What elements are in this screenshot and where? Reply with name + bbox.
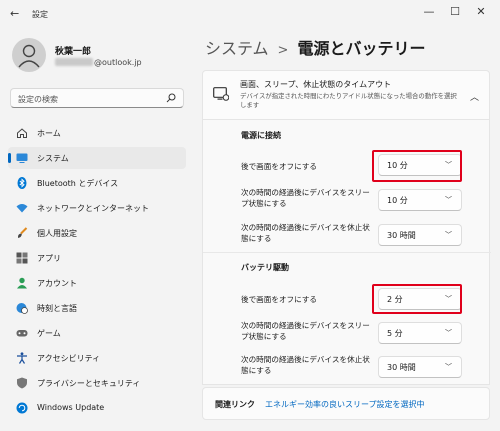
person-icon: [18, 44, 40, 68]
search-input[interactable]: 設定の検索: [10, 88, 184, 108]
plugged-sleep-label: 次の時間の経過後にデバイスをスリープ状態にする: [241, 188, 370, 208]
sidebar-item-label: Windows Update: [37, 403, 105, 412]
selection-indicator: [8, 153, 11, 163]
brush-icon: [17, 227, 28, 238]
sidebar-item-label: ホーム: [37, 129, 61, 138]
breadcrumb-separator: >: [277, 43, 289, 58]
sidebar-item-windows-update[interactable]: Windows Update: [8, 397, 186, 419]
search-placeholder: 設定の検索: [18, 95, 58, 104]
avatar[interactable]: [12, 38, 46, 72]
sidebar-item-apps[interactable]: アプリ: [8, 247, 186, 269]
plugged-hibernate-label: 次の時間の経過後にデバイスを休止状態にする: [241, 223, 370, 243]
plugged-in-heading: 電源に接続: [241, 131, 281, 140]
sidebar-item-time-language[interactable]: 時刻と言語: [8, 297, 186, 319]
bluetooth-icon: [17, 177, 27, 189]
battery-hibernate-label: 次の時間の経過後にデバイスを休止状態にする: [241, 355, 370, 375]
title-bar: ← 設定 — ☐ ✕: [0, 0, 500, 28]
chevron-up-icon[interactable]: ︿: [470, 90, 479, 103]
redacted-email: [55, 58, 93, 66]
user-name: 秋葉一郎: [55, 47, 92, 57]
sidebar-item-accessibility[interactable]: アクセシビリティ: [8, 347, 186, 369]
home-icon: [17, 128, 27, 138]
sidebar-item-privacy[interactable]: プライバシーとセキュリティ: [8, 372, 186, 394]
breadcrumb-system[interactable]: システム: [205, 39, 269, 58]
accessibility-icon: [17, 352, 27, 364]
chevron-down-icon: ﹀: [445, 329, 452, 337]
screen-sleep-icon: [213, 87, 229, 101]
shield-icon: [17, 377, 27, 389]
sidebar-item-label: プライバシーとセキュリティ: [37, 379, 141, 388]
app-title: 設定: [32, 10, 48, 19]
sidebar-item-bluetooth[interactable]: Bluetooth とデバイス: [8, 172, 186, 194]
globe-clock-icon: [16, 303, 28, 314]
chevron-down-icon: ﹀: [445, 196, 452, 204]
page-title: システム > 電源とバッテリー: [205, 35, 425, 59]
sidebar-item-system[interactable]: システム: [8, 147, 186, 169]
highlight-box: [372, 150, 462, 182]
plugged-screen-off-label: 後で画面をオフにする: [241, 162, 318, 171]
sidebar-item-label: ゲーム: [37, 329, 61, 338]
plugged-sleep-dropdown[interactable]: 10 分 ﹀: [378, 189, 462, 211]
section-title: 画面、スリープ、休止状態のタイムアウト: [240, 80, 392, 89]
plugged-hibernate-dropdown[interactable]: 30 時間 ﹀: [378, 224, 462, 246]
monitor-icon: [16, 153, 28, 163]
sidebar-item-label: 時刻と言語: [37, 304, 77, 313]
chevron-down-icon: ﹀: [445, 363, 452, 371]
gamepad-icon: [16, 330, 28, 337]
sidebar-item-label: システム: [37, 154, 69, 163]
user-email-suffix: @outlook.jp: [94, 58, 142, 67]
minimize-button[interactable]: —: [420, 5, 438, 18]
sidebar-item-label: Bluetooth とデバイス: [37, 179, 119, 188]
battery-screen-off-label: 後で画面をオフにする: [241, 295, 318, 304]
sidebar-item-label: アクセシビリティ: [37, 354, 101, 363]
page-heading: 電源とバッテリー: [297, 39, 426, 58]
sidebar-item-home[interactable]: ホーム: [8, 122, 186, 144]
screen-sleep-header[interactable]: 画面、スリープ、休止状態のタイムアウト デバイスが指定された時間にわたりアイドル…: [202, 70, 490, 120]
related-links: 関連リンク エネルギー効率の良いスリープ設定を選択中: [202, 387, 490, 420]
sidebar-item-network[interactable]: ネットワークとインターネット: [8, 197, 186, 219]
section-description: デバイスが指定された時間にわたりアイドル状態になった場合の動作を選択します: [240, 92, 457, 109]
related-links-label: 関連リンク: [215, 400, 255, 409]
sidebar-item-label: 個人用設定: [37, 229, 77, 238]
sidebar-item-label: ネットワークとインターネット: [37, 204, 149, 213]
sidebar-item-personalization[interactable]: 個人用設定: [8, 222, 186, 244]
sidebar-item-accounts[interactable]: アカウント: [8, 272, 186, 294]
maximize-button[interactable]: ☐: [446, 5, 464, 18]
close-button[interactable]: ✕: [472, 5, 490, 18]
wifi-icon: [16, 204, 28, 213]
apps-icon: [16, 252, 28, 264]
battery-sleep-dropdown[interactable]: 5 分 ﹀: [378, 322, 462, 344]
dropdown-value: 10 分: [387, 196, 408, 205]
battery-sleep-label: 次の時間の経過後にデバイスをスリープ状態にする: [241, 321, 370, 341]
sidebar-item-label: アカウント: [37, 279, 77, 288]
energy-efficient-sleep-link[interactable]: エネルギー効率の良いスリープ設定を選択中: [265, 399, 425, 410]
search-icon: [166, 93, 176, 103]
user-email: @outlook.jp: [55, 58, 142, 67]
update-icon: [16, 402, 28, 414]
section-divider: [203, 252, 491, 253]
battery-heading: バッテリ駆動: [241, 263, 289, 272]
dropdown-value: 30 時間: [387, 231, 416, 240]
person-icon: [17, 277, 27, 289]
sidebar-item-gaming[interactable]: ゲーム: [8, 322, 186, 344]
highlight-box: [372, 284, 462, 314]
back-button[interactable]: ←: [10, 7, 19, 20]
chevron-down-icon: ﹀: [445, 231, 452, 239]
dropdown-value: 30 時間: [387, 363, 416, 372]
battery-hibernate-dropdown[interactable]: 30 時間 ﹀: [378, 356, 462, 378]
sidebar-item-label: アプリ: [37, 254, 61, 263]
dropdown-value: 5 分: [387, 329, 403, 338]
